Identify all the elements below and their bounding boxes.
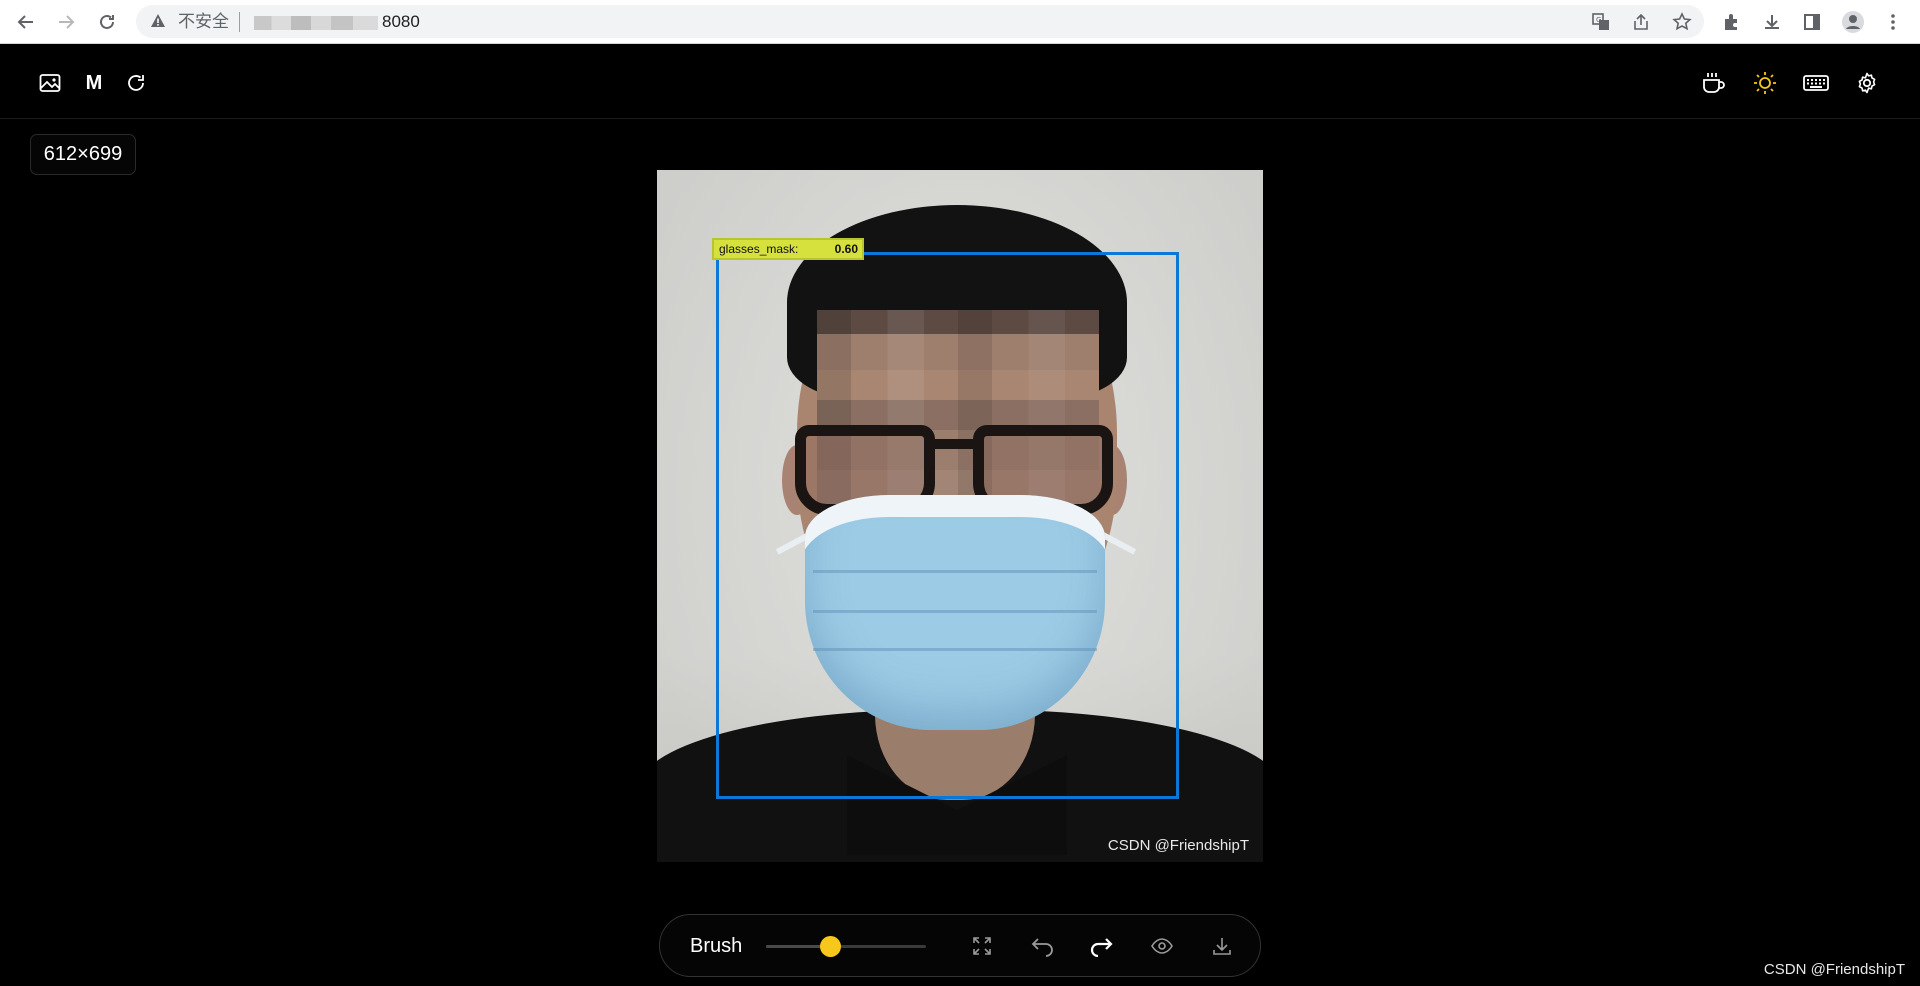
brush-size-thumb[interactable] — [819, 936, 841, 957]
detection-class: glasses_mask: — [719, 242, 799, 256]
side-panel-icon[interactable] — [1799, 9, 1825, 35]
image-watermark: CSDN @FriendshipT — [1107, 837, 1249, 854]
browser-chrome: 不安全 8080 G — [0, 0, 1920, 44]
redacted-host — [254, 16, 378, 30]
settings-gear-icon[interactable] — [1852, 68, 1882, 98]
redo-icon[interactable] — [1087, 931, 1117, 961]
address-bar[interactable]: 不安全 8080 G — [136, 5, 1704, 38]
profile-avatar-icon[interactable] — [1840, 9, 1866, 35]
url-text[interactable]: 8080 — [382, 12, 420, 32]
brush-size-slider[interactable] — [766, 936, 926, 957]
detection-score: 0.60 — [834, 242, 858, 256]
divider — [239, 12, 240, 32]
undo-icon[interactable] — [1027, 931, 1057, 961]
back-icon[interactable] — [12, 8, 40, 36]
detection-label: glasses_mask: 0.60 — [712, 238, 864, 260]
editor-toolbar: Brush — [659, 914, 1261, 977]
page-watermark: CSDN @FriendshipT — [1763, 961, 1905, 978]
translate-icon[interactable]: G — [1590, 11, 1612, 33]
brush-label: Brush — [690, 935, 743, 957]
more-menu-icon[interactable] — [1880, 9, 1906, 35]
sun-theme-icon[interactable] — [1750, 68, 1780, 98]
image-upload-icon[interactable] — [35, 68, 65, 98]
preview-eye-icon[interactable] — [1147, 931, 1177, 961]
fullscreen-icon[interactable] — [967, 931, 997, 961]
app-header: M — [0, 44, 1920, 119]
share-icon[interactable] — [1630, 11, 1652, 33]
download-icon[interactable] — [1759, 9, 1785, 35]
keyboard-shortcuts-icon[interactable] — [1801, 68, 1831, 98]
mask-m-icon[interactable]: M — [79, 68, 109, 98]
detection-bounding-box — [716, 252, 1179, 799]
warning-icon[interactable] — [150, 13, 166, 29]
extensions-icon[interactable] — [1719, 9, 1745, 35]
security-label[interactable]: 不安全 — [178, 12, 229, 32]
refresh-icon[interactable] — [121, 68, 151, 98]
coffee-cup-icon[interactable] — [1699, 68, 1729, 98]
reload-icon[interactable] — [93, 8, 121, 36]
forward-icon[interactable] — [52, 8, 80, 36]
image-size-badge: 612×699 — [30, 134, 136, 175]
download-result-icon[interactable] — [1207, 931, 1237, 961]
bookmark-star-icon[interactable] — [1671, 11, 1693, 33]
svg-text:G: G — [1596, 16, 1601, 24]
